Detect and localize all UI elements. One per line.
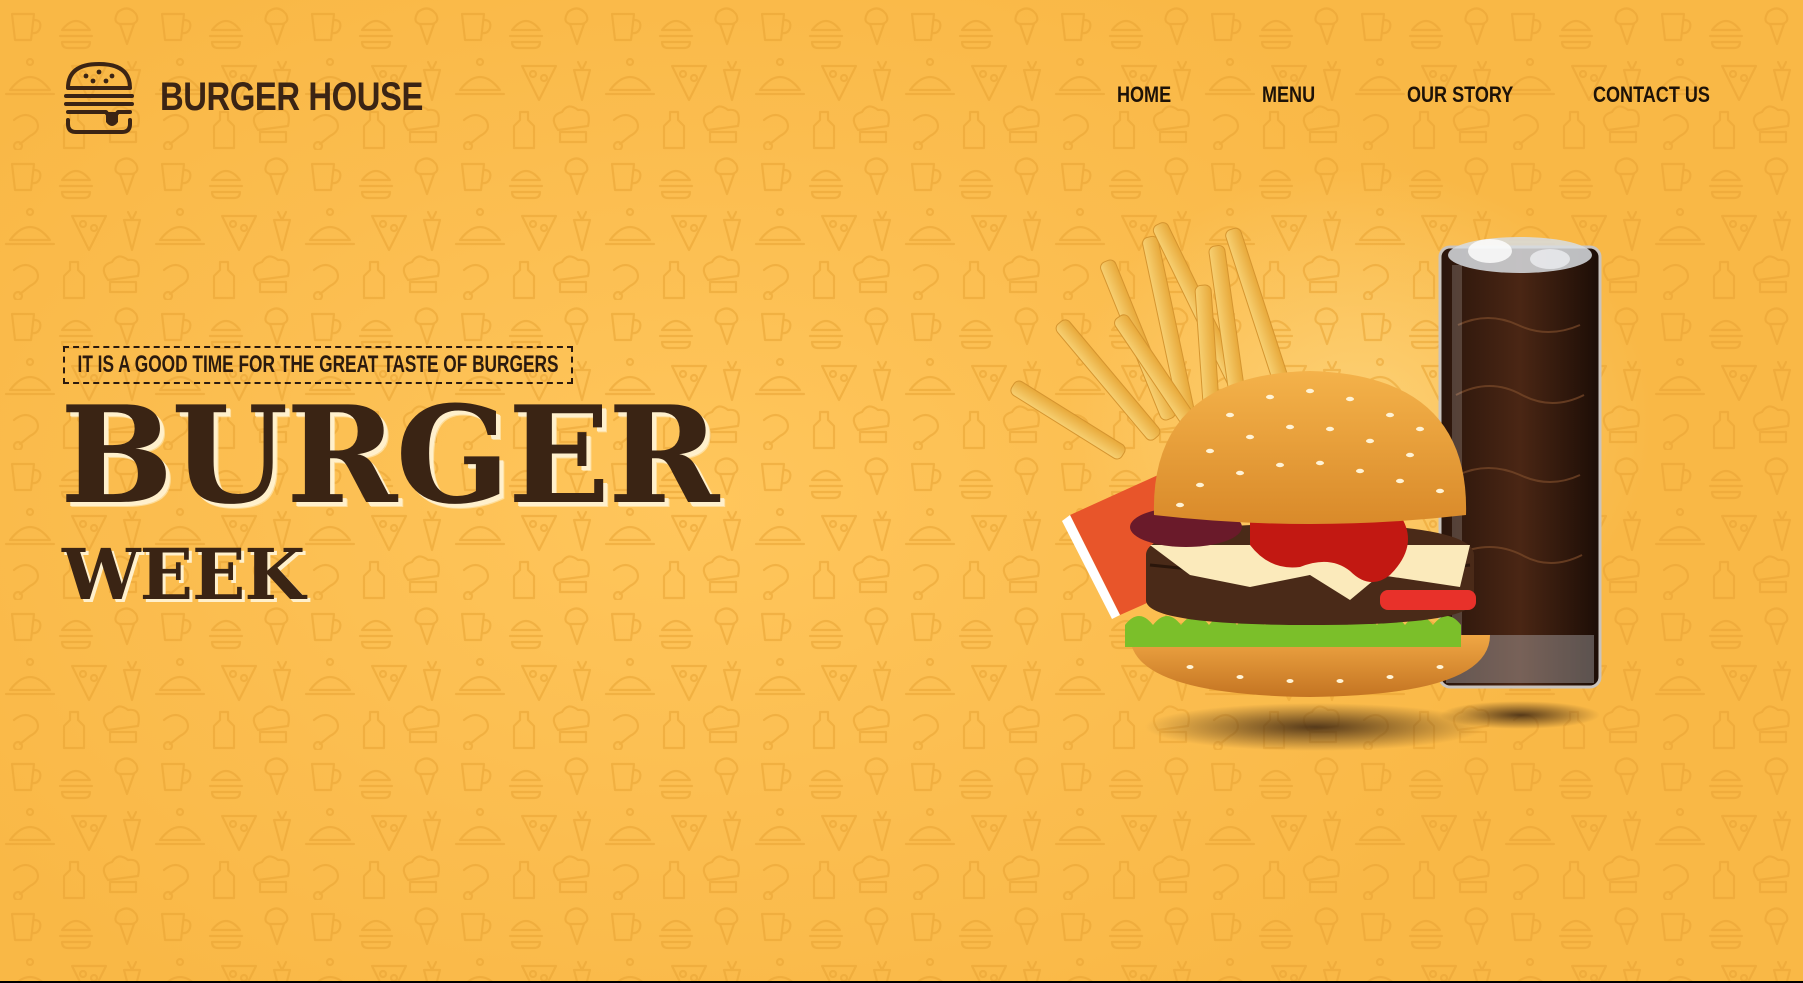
nav-home[interactable]: HOME [1117, 82, 1171, 112]
brand-logo[interactable]: BURGER HOUSE [62, 58, 481, 136]
brand-name: BURGER HOUSE [160, 74, 423, 119]
nav-menu[interactable]: MENU [1262, 82, 1315, 112]
hero-title-week: WEEK [62, 533, 305, 616]
burger-icon [64, 62, 134, 134]
hero-title-burger: BURGER [60, 376, 719, 534]
tagline-text: IT IS A GOOD TIME FOR THE GREAT TASTE OF… [77, 351, 559, 378]
burger-fries-cola-image [1010, 222, 1602, 751]
hero-page: BURGER HOUSE HOME MENU OUR STORY CONTACT… [0, 0, 1803, 981]
nav-our-story[interactable]: OUR STORY [1407, 82, 1513, 112]
nav-contact-us[interactable]: CONTACT US [1593, 82, 1710, 112]
